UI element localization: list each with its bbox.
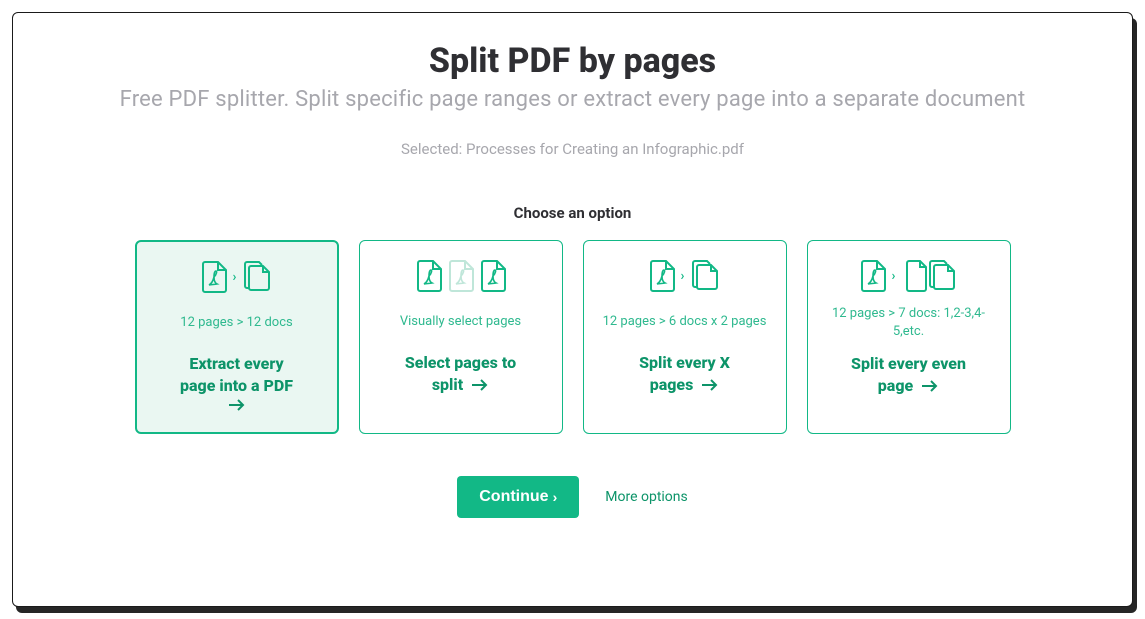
selected-filename: Processes for Creating an Infographic.pd… bbox=[466, 140, 744, 158]
selected-prefix: Selected: bbox=[401, 140, 466, 158]
pdf-icon bbox=[480, 260, 506, 292]
continue-button[interactable]: Continue › bbox=[457, 476, 579, 518]
page-subtitle: Free PDF splitter. Split specific page r… bbox=[43, 87, 1102, 112]
arrow-right-icon bbox=[228, 398, 246, 412]
selected-file-label: Selected: Processes for Creating an Info… bbox=[43, 140, 1102, 158]
card-action: Split every even page bbox=[851, 354, 966, 396]
pdf-icon bbox=[201, 261, 227, 293]
choose-option-label: Choose an option bbox=[43, 204, 1102, 222]
arrow-right-icon bbox=[921, 379, 939, 393]
documents-icon bbox=[690, 260, 720, 292]
card-description: 12 pages > 12 docs bbox=[180, 306, 292, 340]
separator-icon: › bbox=[892, 269, 896, 284]
card-icon-row bbox=[416, 259, 506, 293]
card-action: Split every X pages bbox=[639, 353, 730, 395]
pdf-icon bbox=[649, 260, 675, 292]
separator-icon: › bbox=[233, 270, 237, 285]
card-description: Visually select pages bbox=[400, 305, 521, 339]
option-select-pages[interactable]: Visually select pages Select pages to sp… bbox=[359, 240, 563, 434]
pdf-icon-faded bbox=[448, 260, 474, 292]
separator-icon: › bbox=[681, 269, 685, 284]
card-icon-row: › bbox=[649, 259, 721, 293]
card-description: 12 pages > 7 docs: 1,2-3,4-5,etc. bbox=[822, 305, 996, 340]
more-options-link[interactable]: More options bbox=[605, 489, 688, 505]
option-split-every-x[interactable]: › 12 pages > 6 docs x 2 pages Split ever… bbox=[583, 240, 787, 434]
pdf-icon bbox=[860, 260, 886, 292]
arrow-right-icon bbox=[471, 378, 489, 392]
option-split-every-even[interactable]: › 12 pages > 7 docs: 1,2-3,4-5,etc. Spli… bbox=[807, 240, 1011, 434]
option-extract-every-page[interactable]: › 12 pages > 12 docs Extract every page … bbox=[135, 240, 339, 434]
card-icon-row: › bbox=[201, 260, 273, 294]
card-action: Select pages to split bbox=[405, 353, 516, 395]
option-cards: › 12 pages > 12 docs Extract every page … bbox=[43, 240, 1102, 434]
documents-icon bbox=[927, 260, 957, 292]
page-title: Split PDF by pages bbox=[43, 41, 1102, 81]
arrow-right-icon bbox=[701, 378, 719, 392]
pdf-icon bbox=[416, 260, 442, 292]
documents-icon bbox=[242, 261, 272, 293]
card-action: Extract every page into a PDF bbox=[180, 354, 293, 412]
card-icon-row: › bbox=[860, 259, 958, 293]
continue-label: Continue bbox=[479, 488, 548, 506]
chevron-right-icon: › bbox=[553, 489, 558, 505]
card-description: 12 pages > 6 docs x 2 pages bbox=[603, 305, 767, 339]
footer-actions: Continue › More options bbox=[43, 476, 1102, 518]
split-pdf-panel: Split PDF by pages Free PDF splitter. Sp… bbox=[12, 12, 1133, 607]
